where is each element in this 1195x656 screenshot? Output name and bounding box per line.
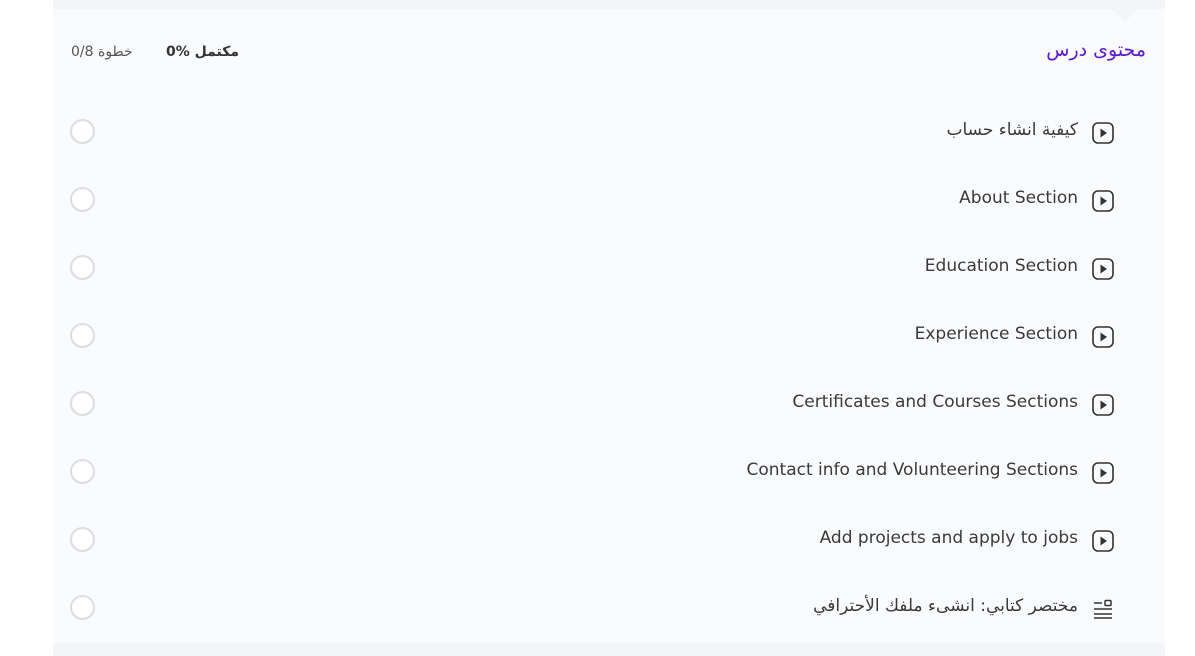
- play-icon: [1092, 122, 1114, 144]
- lesson-title: مختصر كتابي: انشىء ملفك الأحترافي: [813, 596, 1078, 616]
- completion-circle[interactable]: [70, 119, 95, 144]
- completion-circle[interactable]: [70, 323, 95, 348]
- lesson-title: About Section: [959, 188, 1078, 208]
- lesson-title: Certificates and Courses Sections: [792, 392, 1078, 412]
- lesson-list: كيفية انشاء حساب About Section Education…: [0, 0, 1195, 656]
- lesson-title: Experience Section: [914, 324, 1078, 344]
- lesson-title: Education Section: [924, 256, 1078, 276]
- play-icon: [1092, 258, 1114, 280]
- lesson-item[interactable]: كيفية انشاء حساب: [60, 113, 1130, 153]
- play-icon: [1092, 394, 1114, 416]
- lesson-title: Add projects and apply to jobs: [819, 528, 1078, 548]
- lesson-item[interactable]: Certificates and Courses Sections: [60, 385, 1130, 425]
- lesson-item[interactable]: Experience Section: [60, 317, 1130, 357]
- lesson-item[interactable]: Contact info and Volunteering Sections: [60, 453, 1130, 493]
- lesson-item[interactable]: About Section: [60, 181, 1130, 221]
- completion-circle[interactable]: [70, 459, 95, 484]
- lesson-item[interactable]: مختصر كتابي: انشىء ملفك الأحترافي: [60, 589, 1130, 629]
- play-icon: [1092, 326, 1114, 348]
- completion-circle[interactable]: [70, 187, 95, 212]
- completion-circle[interactable]: [70, 255, 95, 280]
- lesson-item[interactable]: Add projects and apply to jobs: [60, 521, 1130, 561]
- lesson-title: كيفية انشاء حساب: [946, 120, 1078, 140]
- text-doc-icon: [1094, 599, 1112, 619]
- completion-circle[interactable]: [70, 527, 95, 552]
- play-icon: [1092, 530, 1114, 552]
- lesson-title: Contact info and Volunteering Sections: [746, 460, 1078, 480]
- lesson-item[interactable]: Education Section: [60, 249, 1130, 289]
- completion-circle[interactable]: [70, 595, 95, 620]
- play-icon: [1092, 462, 1114, 484]
- completion-circle[interactable]: [70, 391, 95, 416]
- play-icon: [1092, 190, 1114, 212]
